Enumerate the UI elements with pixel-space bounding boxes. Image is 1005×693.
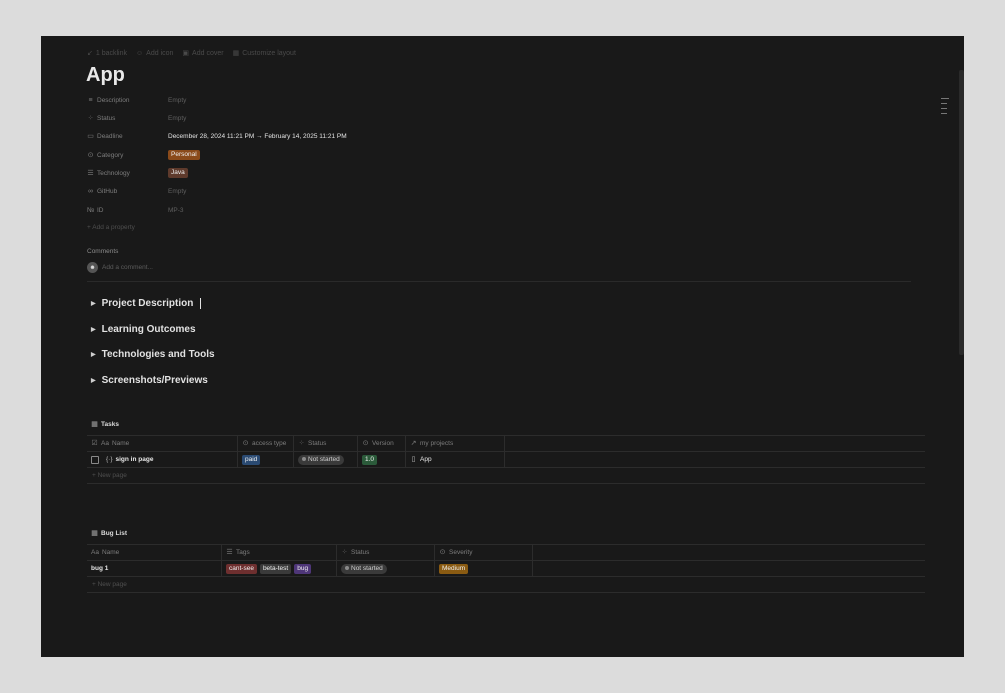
column-header-name[interactable]: Aa Name bbox=[87, 545, 222, 560]
link-icon: ∞ bbox=[88, 187, 93, 195]
column-header-status[interactable]: ⁘ Status bbox=[294, 436, 358, 451]
status-badge[interactable]: Not started bbox=[298, 454, 344, 465]
column-header-version[interactable]: ⊙ Version bbox=[358, 436, 406, 451]
checkbox-icon: ☑ bbox=[91, 440, 98, 447]
task-name[interactable]: sign in page bbox=[116, 456, 154, 463]
status-spinner-icon: ⁘ bbox=[298, 440, 305, 447]
page-title[interactable]: App bbox=[86, 64, 125, 87]
triangle-right-icon: ▶ bbox=[91, 352, 96, 358]
task-checkbox[interactable] bbox=[91, 455, 99, 464]
table-header: ☑ Aa Name ⊙ access type ⁘ Status ⊙ Version … bbox=[87, 435, 925, 451]
select-circle-icon: ⊙ bbox=[362, 440, 369, 447]
code-braces-icon: {·} bbox=[106, 456, 113, 463]
status-spinner-icon: ⁘ bbox=[341, 549, 348, 556]
new-page-button[interactable]: + New page bbox=[87, 576, 925, 592]
toggle-project-description[interactable]: ▶ Project Description bbox=[91, 298, 202, 309]
column-header-severity[interactable]: ⊙ Severity bbox=[435, 545, 533, 560]
triangle-right-icon: ▶ bbox=[91, 301, 96, 307]
property-technology[interactable]: ☰ Technology Java bbox=[87, 167, 487, 179]
property-value[interactable]: Empty bbox=[168, 115, 186, 122]
column-header-status[interactable]: ⁘ Status bbox=[337, 545, 435, 560]
notion-page: ↙ 1 backlink ☺ Add icon ▣ Add cover ▦ Cu… bbox=[41, 36, 964, 657]
backlinks-button[interactable]: ↙ 1 backlink bbox=[87, 49, 127, 58]
toggle-learning-outcomes[interactable]: ▶ Learning Outcomes bbox=[91, 324, 196, 335]
list-icon: ☰ bbox=[87, 169, 94, 177]
customize-layout-button[interactable]: ▦ Customize layout bbox=[233, 49, 296, 58]
column-header-tags[interactable]: ☰ Tags bbox=[222, 545, 337, 560]
page-top-actions: ↙ 1 backlink ☺ Add icon ▣ Add cover ▦ Cu… bbox=[87, 49, 296, 58]
tasks-table: ☑ Aa Name ⊙ access type ⁘ Status ⊙ Version … bbox=[87, 435, 925, 499]
add-property-button[interactable]: + Add a property bbox=[87, 224, 135, 231]
toggle-technologies-and-tools[interactable]: ▶ Technologies and Tools bbox=[91, 349, 215, 360]
number-icon: № bbox=[87, 206, 95, 214]
toggle-screenshots-previews[interactable]: ▶ Screenshots/Previews bbox=[91, 375, 208, 386]
status-badge[interactable]: Not started bbox=[341, 563, 387, 574]
table-of-contents-minimap[interactable] bbox=[941, 98, 949, 114]
triangle-right-icon: ▶ bbox=[91, 327, 96, 333]
technology-tag[interactable]: Java bbox=[168, 168, 188, 178]
bug-list-db-title[interactable]: ▦ Bug List bbox=[91, 530, 127, 537]
table-footer bbox=[87, 592, 925, 608]
table-icon: ▦ bbox=[91, 421, 98, 428]
page-icon: ▯ bbox=[411, 456, 416, 463]
category-tag[interactable]: Personal bbox=[168, 150, 200, 160]
column-header-access-type[interactable]: ⊙ access type bbox=[238, 436, 294, 451]
text-cursor bbox=[200, 298, 202, 309]
select-circle-icon: ⊙ bbox=[242, 440, 249, 447]
property-status[interactable]: ⁘ Status Empty bbox=[87, 112, 487, 124]
comment-input[interactable]: ☻ Add a comment... bbox=[87, 262, 153, 273]
bug-name[interactable]: bug 1 bbox=[91, 565, 108, 572]
property-value: MP-3 bbox=[168, 206, 184, 214]
property-value[interactable]: December 28, 2024 11:21 PM → February 14… bbox=[168, 133, 347, 140]
property-value[interactable]: Empty bbox=[168, 97, 186, 104]
tag-beta-test[interactable]: beta-test bbox=[259, 563, 292, 574]
property-deadline[interactable]: ▭ Deadline December 28, 2024 11:21 PM → F… bbox=[87, 130, 487, 142]
calendar-icon: ▭ bbox=[87, 132, 94, 140]
table-row[interactable]: bug 1 cant-see beta-test bug Not started… bbox=[87, 560, 925, 576]
table-icon: ▦ bbox=[91, 530, 98, 537]
list-icon: ☰ bbox=[226, 549, 233, 556]
new-page-button[interactable]: + New page bbox=[87, 467, 925, 483]
tag-bug[interactable]: bug bbox=[294, 563, 312, 574]
table-row[interactable]: {·} sign in page paid Not started 1.0 ▯ … bbox=[87, 451, 925, 467]
property-github[interactable]: ∞ GitHub Empty bbox=[87, 185, 487, 197]
table-footer bbox=[87, 483, 925, 499]
column-header-my-projects[interactable]: ↗ my projects bbox=[406, 436, 505, 451]
select-circle-icon: ⊙ bbox=[439, 549, 446, 556]
add-icon-button[interactable]: ☺ Add icon bbox=[136, 49, 173, 57]
triangle-right-icon: ▶ bbox=[91, 378, 96, 384]
scrollbar[interactable] bbox=[959, 70, 964, 355]
status-spinner-icon: ⁘ bbox=[87, 114, 94, 122]
bug-list-table: Aa Name ☰ Tags ⁘ Status ⊙ Severity bug 1 ca… bbox=[87, 544, 925, 608]
property-value[interactable]: Empty bbox=[168, 188, 186, 195]
tasks-db-title[interactable]: ▦ Tasks bbox=[91, 421, 119, 428]
severity-tag[interactable]: Medium bbox=[439, 563, 469, 574]
table-header: Aa Name ☰ Tags ⁘ Status ⊙ Severity bbox=[87, 544, 925, 560]
access-type-tag[interactable]: paid bbox=[242, 454, 261, 465]
avatar: ☻ bbox=[87, 262, 98, 273]
property-id[interactable]: № ID MP-3 bbox=[87, 204, 487, 216]
tag-cant-see[interactable]: cant-see bbox=[226, 563, 257, 574]
comments-label: Comments bbox=[87, 248, 119, 255]
text-lines-icon: ≡ bbox=[88, 96, 93, 104]
select-circle-icon: ⊙ bbox=[87, 151, 94, 159]
column-header-name[interactable]: ☑ Aa Name bbox=[87, 436, 238, 451]
project-link[interactable]: App bbox=[420, 456, 432, 463]
divider bbox=[87, 281, 911, 282]
add-cover-button[interactable]: ▣ Add cover bbox=[182, 49, 223, 58]
relation-arrow-icon: ↗ bbox=[410, 440, 417, 447]
version-tag[interactable]: 1.0 bbox=[362, 454, 378, 465]
property-category[interactable]: ⊙ Category Personal bbox=[87, 149, 487, 161]
property-description[interactable]: ≡ Description Empty bbox=[87, 94, 487, 106]
